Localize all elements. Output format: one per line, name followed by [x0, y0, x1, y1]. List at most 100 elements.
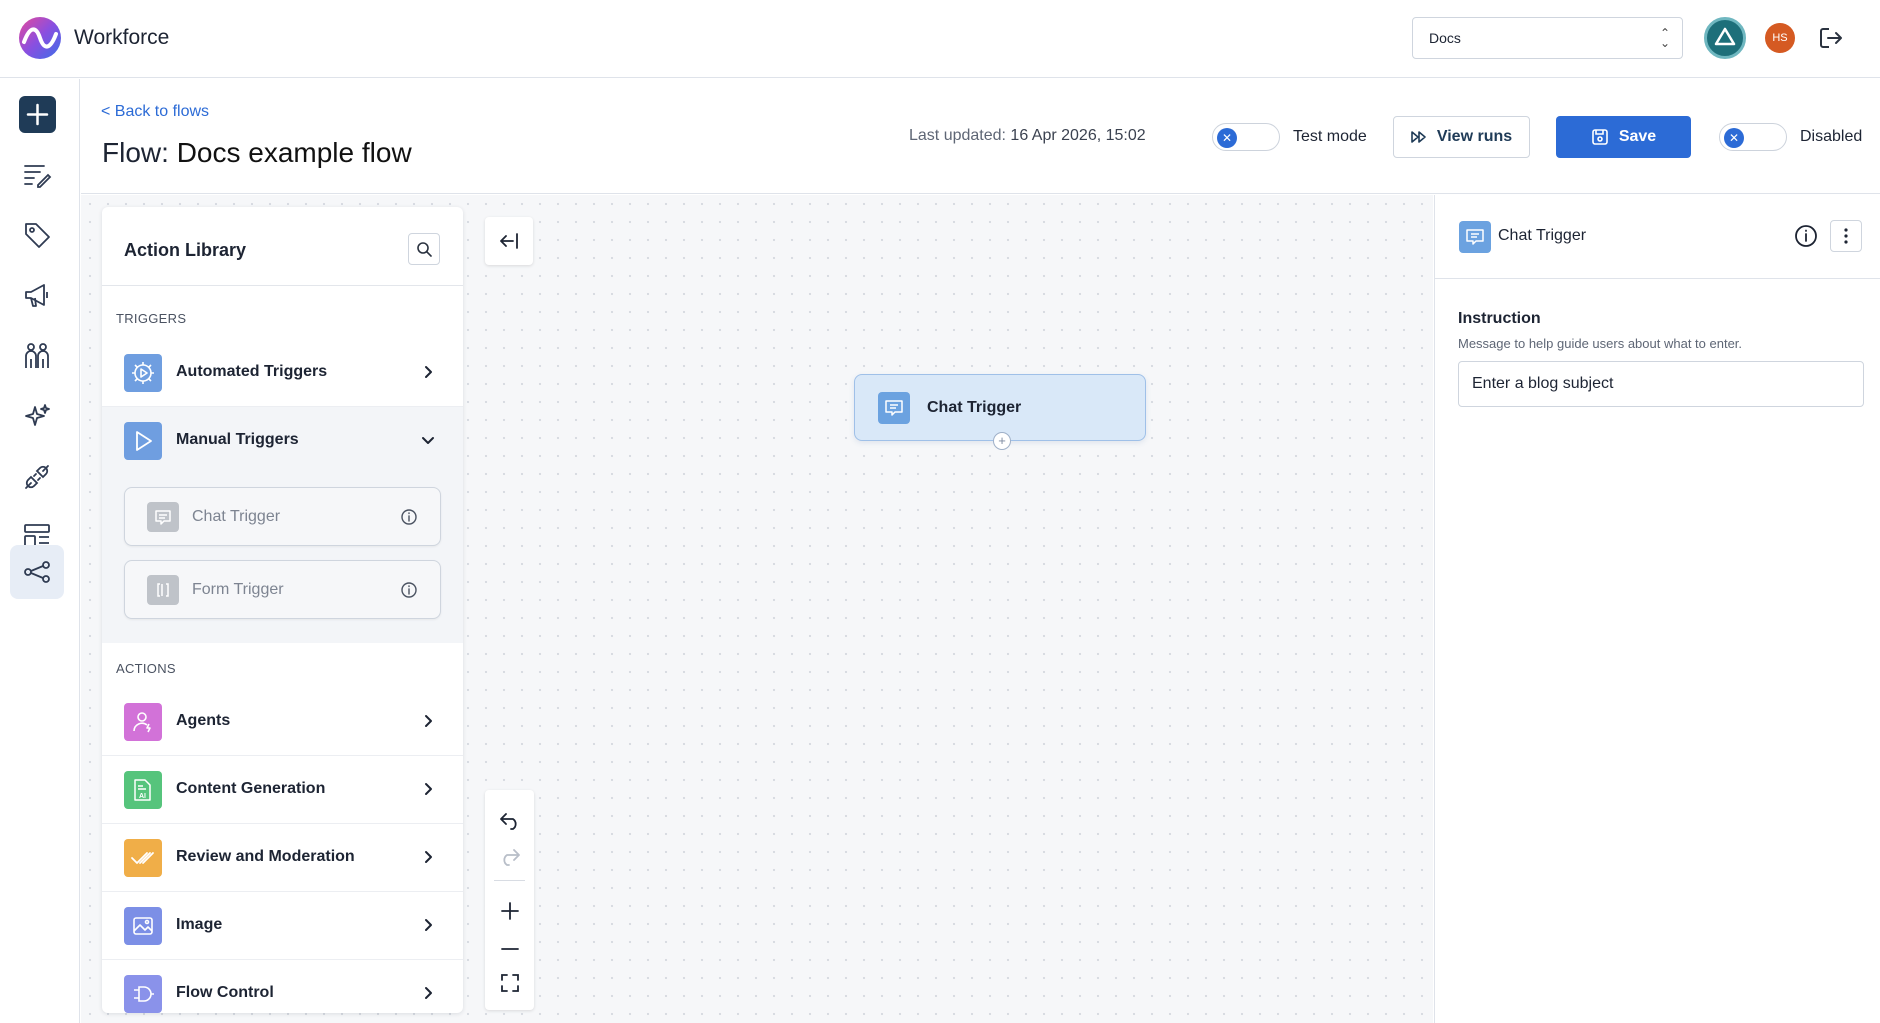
rail-item-content[interactable] — [10, 147, 64, 201]
agent-icon — [124, 703, 162, 741]
library-item-label: Image — [176, 916, 223, 933]
library-item-automated-triggers[interactable]: Automated Triggers — [102, 339, 463, 407]
zoom-out-button[interactable] — [493, 932, 526, 965]
library-item-image[interactable]: Image — [102, 892, 463, 960]
chat-icon — [878, 392, 910, 424]
action-library-panel: Action Library TRIGGERS Automated Trigge… — [102, 207, 463, 1013]
chevron-right-icon — [425, 919, 432, 931]
form-icon — [147, 575, 179, 605]
svg-text:AI: AI — [139, 793, 146, 800]
zoom-in-button[interactable] — [493, 894, 526, 927]
library-item-manual-triggers[interactable]: Manual Triggers — [102, 407, 463, 475]
image-icon — [124, 907, 162, 945]
list-edit-icon — [24, 165, 52, 188]
more-vertical-icon — [1844, 228, 1848, 244]
workforce-logo-icon[interactable] — [18, 16, 62, 60]
nav-rail — [0, 79, 80, 1023]
app-switcher-icon[interactable] — [1704, 17, 1746, 59]
content-generation-icon: AI — [124, 771, 162, 809]
instruction-input[interactable] — [1458, 361, 1864, 407]
workspace-select[interactable]: Docs ⌃ ⌄ — [1412, 17, 1683, 59]
rail-item-tags[interactable] — [10, 208, 64, 262]
library-item-label: Flow Control — [176, 984, 274, 1001]
fullscreen-icon — [500, 973, 519, 992]
undo-icon — [499, 812, 517, 830]
rail-item-flows[interactable] — [10, 545, 64, 599]
test-mode-label: Test mode — [1293, 128, 1367, 145]
redo-icon — [502, 848, 520, 866]
properties-panel: Chat Trigger Instruction Message to help… — [1434, 195, 1880, 1023]
user-avatar[interactable]: HS — [1765, 23, 1795, 53]
page-title-prefix: Flow: — [102, 137, 177, 168]
library-item-flow-control[interactable]: Flow Control — [102, 960, 463, 1013]
test-mode-toggle[interactable]: ✕ — [1212, 123, 1280, 151]
minus-icon — [500, 947, 519, 950]
view-runs-button[interactable]: View runs — [1393, 116, 1530, 158]
automated-trigger-icon — [124, 354, 162, 392]
people-icon — [25, 343, 49, 368]
library-item-chat-trigger[interactable]: Chat Trigger — [124, 487, 441, 546]
undo-button[interactable] — [493, 804, 526, 837]
rail-item-ai[interactable] — [10, 389, 64, 443]
properties-title: Chat Trigger — [1498, 227, 1587, 244]
last-updated-label: Last updated: — [909, 127, 1011, 144]
flow-node-chat-trigger[interactable]: Chat Trigger + — [854, 374, 1146, 450]
select-updown-icon: ⌃ ⌄ — [1659, 26, 1670, 50]
instruction-help-text: Message to help guide users about what t… — [1458, 336, 1743, 351]
library-item-form-trigger[interactable]: Form Trigger — [124, 560, 441, 619]
logout-icon[interactable] — [1817, 24, 1845, 52]
brand-name: Workforce — [74, 26, 170, 49]
save-icon — [1592, 129, 1608, 145]
save-label: Save — [1618, 128, 1657, 145]
plus-icon — [500, 901, 519, 920]
chevron-right-icon — [425, 366, 432, 378]
form-trigger-label: Form Trigger — [192, 581, 284, 598]
back-to-flows-link[interactable]: < Back to flows — [101, 103, 209, 121]
flow-name: Docs example flow — [176, 137, 412, 168]
manual-triggers-list: Chat Trigger Form Trigger — [102, 475, 463, 643]
manual-trigger-icon — [124, 422, 162, 460]
library-search-button[interactable] — [408, 233, 440, 265]
flow-icon — [24, 561, 50, 583]
enable-flow-toggle[interactable]: ✕ — [1719, 123, 1787, 151]
chevron-right-icon — [425, 715, 432, 727]
rail-item-teams[interactable] — [10, 329, 64, 383]
chevron-right-icon — [425, 851, 432, 863]
chat-trigger-label: Chat Trigger — [192, 508, 281, 525]
tag-icon — [25, 223, 50, 248]
redo-button[interactable] — [493, 840, 526, 873]
chat-icon — [147, 502, 179, 532]
info-icon[interactable] — [1793, 223, 1819, 249]
last-updated-value: 16 Apr 2026, 15:02 — [1010, 127, 1146, 144]
search-icon — [417, 242, 432, 257]
toggle-off-icon: ✕ — [1724, 128, 1744, 148]
more-options-button[interactable] — [1830, 220, 1862, 252]
last-updated: Last updated: 16 Apr 2026, 15:02 — [909, 127, 1146, 145]
library-item-content-generation[interactable]: AI Content Generation — [102, 756, 463, 824]
library-item-label: Review and Moderation — [176, 848, 355, 865]
canvas-controls — [485, 790, 534, 1010]
chevron-right-icon — [425, 987, 432, 999]
workspace-select-value: Docs — [1429, 30, 1461, 46]
info-icon[interactable] — [400, 508, 418, 526]
create-button[interactable] — [19, 96, 56, 133]
rail-item-campaigns[interactable] — [10, 268, 64, 322]
top-bar: Workforce Docs ⌃ ⌄ HS — [0, 0, 1880, 78]
chevron-down-icon — [422, 437, 434, 444]
megaphone-icon — [25, 284, 48, 307]
fit-view-button[interactable] — [493, 966, 526, 999]
action-library-title: Action Library — [124, 240, 247, 260]
rail-item-integrations[interactable] — [10, 450, 64, 504]
collapse-library-button[interactable] — [485, 217, 533, 265]
library-item-label: Agents — [176, 712, 231, 729]
library-item-review-moderation[interactable]: Review and Moderation — [102, 824, 463, 892]
view-runs-label: View runs — [1436, 128, 1513, 145]
library-item-agents[interactable]: Agents — [102, 688, 463, 756]
flow-control-icon — [124, 975, 162, 1013]
chat-icon — [1459, 221, 1491, 253]
properties-header: Chat Trigger — [1435, 195, 1880, 279]
info-icon[interactable] — [400, 581, 418, 599]
flow-header: < Back to flows Flow: Docs example flow … — [81, 79, 1880, 194]
save-button[interactable]: Save — [1556, 116, 1691, 158]
add-next-step-port[interactable]: + — [993, 432, 1011, 450]
